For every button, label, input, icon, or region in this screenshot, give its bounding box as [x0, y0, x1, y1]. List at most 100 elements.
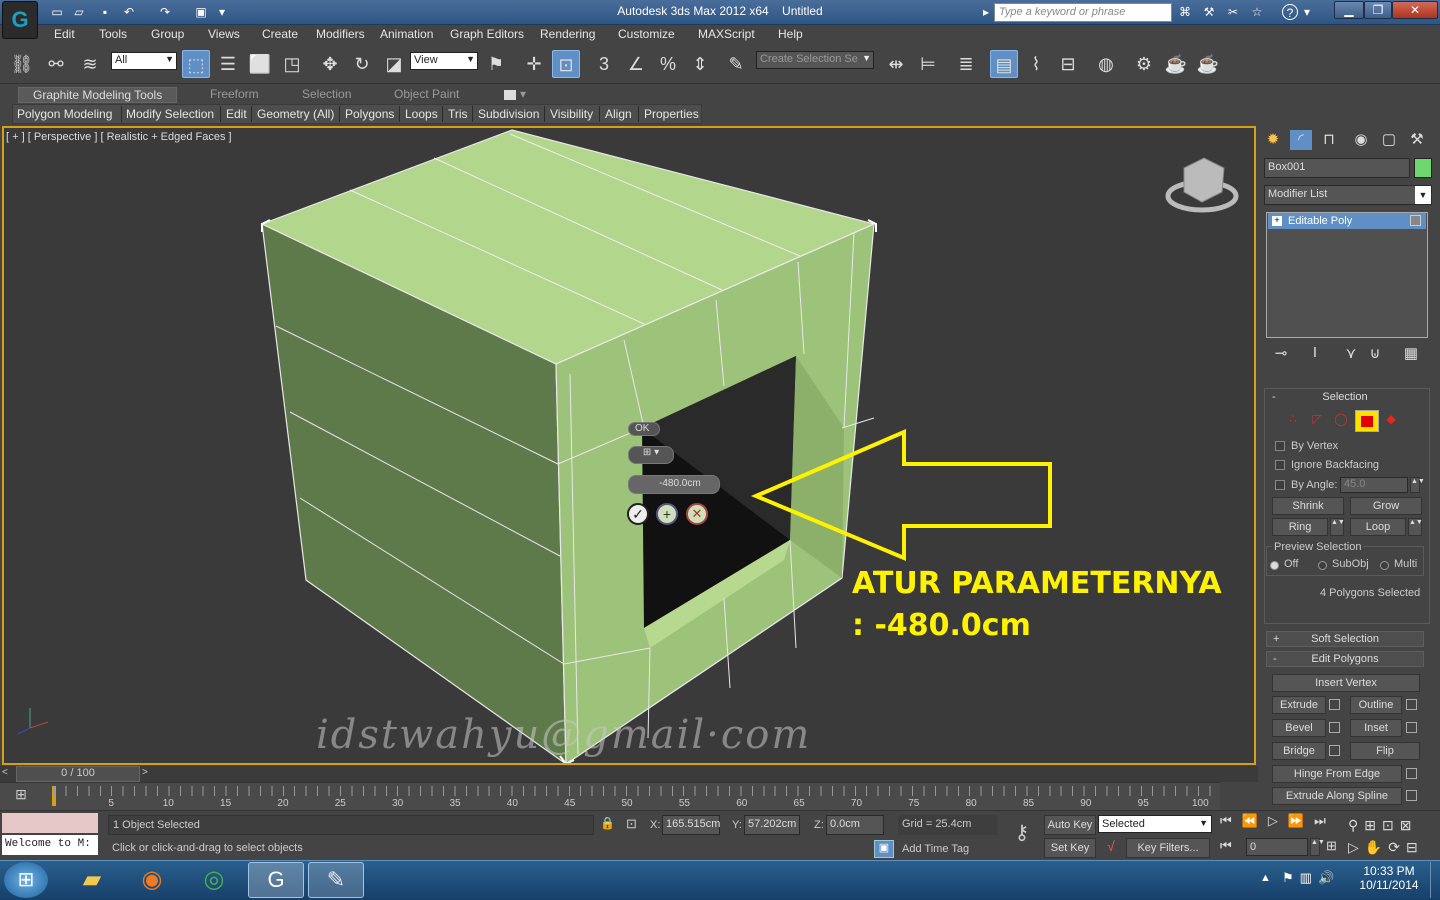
move-icon[interactable]: ✥ — [316, 50, 344, 78]
edge-mode-icon[interactable]: ◸ — [1306, 412, 1328, 432]
star-icon[interactable]: ☆ — [1248, 4, 1266, 20]
menu-tools[interactable]: Tools — [99, 27, 127, 41]
key-curve-icon[interactable]: √ — [1100, 838, 1122, 858]
extrude-along-spline-button[interactable]: Extrude Along Spline — [1272, 787, 1402, 805]
selection-filter-dropdown[interactable]: All ▼ — [111, 52, 177, 70]
named-selection-sets-dropdown[interactable]: Create Selection Se ▼ — [756, 51, 874, 69]
bevel-button[interactable]: Bevel — [1272, 719, 1326, 737]
previous-frame-icon[interactable]: ⏪ — [1242, 813, 1268, 828]
pivot-center-icon[interactable]: ⚑ — [482, 50, 510, 78]
modifier-list-dropdown[interactable]: Modifier List ▼ — [1264, 185, 1432, 205]
panel-modify-selection[interactable]: Modify Selection — [126, 107, 214, 121]
key-mode-dropdown[interactable]: Selected ▼ — [1098, 815, 1212, 833]
scale-icon[interactable]: ◪ — [380, 50, 408, 78]
panel-loops[interactable]: Loops — [405, 107, 438, 121]
tools-icon[interactable]: ✂ — [1224, 4, 1242, 20]
file-explorer-icon[interactable]: ▰ — [64, 862, 120, 898]
percent-snap-icon[interactable]: % — [654, 50, 682, 78]
panel-align[interactable]: Align — [605, 107, 632, 121]
tab-freeform[interactable]: Freeform — [210, 87, 259, 101]
caddy-height-field[interactable]: -480.0cm — [628, 475, 720, 494]
layer-manager-icon[interactable]: ≣ — [952, 50, 980, 78]
by-angle-checkbox[interactable] — [1275, 480, 1285, 490]
spinner-snap-icon[interactable]: ⇕ — [686, 50, 714, 78]
curve-editor-icon[interactable]: ⌇ — [1022, 50, 1050, 78]
tab-selection[interactable]: Selection — [302, 87, 351, 101]
time-slider-next-icon[interactable]: > — [142, 767, 154, 781]
reference-coordinate-dropdown[interactable]: View ▼ — [410, 52, 478, 70]
show-desktop-button[interactable] — [1430, 862, 1440, 898]
next-frame-icon[interactable]: ⏩ — [1288, 813, 1314, 828]
time-slider[interactable] — [0, 766, 1258, 782]
create-tab-icon[interactable]: ✹ — [1262, 130, 1284, 150]
rotate-icon[interactable]: ↻ — [348, 50, 376, 78]
absolute-mode-icon[interactable]: ⊡ — [626, 816, 642, 832]
hierarchy-tab-icon[interactable]: ⊓ — [1318, 130, 1340, 150]
volume-icon[interactable]: 🔊 — [1318, 870, 1340, 885]
zoom-extents-icon[interactable]: ⊡ — [1382, 817, 1400, 833]
field-of-view-icon[interactable]: ▷ — [1348, 839, 1365, 855]
soft-selection-rollout-header[interactable]: + Soft Selection — [1266, 631, 1424, 647]
extrude-settings-button[interactable] — [1329, 699, 1340, 710]
new-file-icon[interactable]: ▭ — [48, 4, 66, 20]
menu-group[interactable]: Group — [151, 27, 184, 41]
perspective-viewport[interactable] — [2, 126, 1256, 765]
vertex-mode-icon[interactable]: ∴ — [1282, 412, 1304, 432]
outline-settings-button[interactable] — [1406, 699, 1417, 710]
start-button[interactable]: ⊞ — [4, 862, 48, 898]
remove-modifier-icon[interactable]: ⊍ — [1364, 344, 1386, 364]
time-tag-icon[interactable]: ▣ — [874, 840, 894, 858]
network-icon[interactable]: ▥ — [1300, 870, 1318, 885]
panel-subdivision[interactable]: Subdivision — [478, 107, 539, 121]
add-time-tag-field[interactable]: Add Time Tag — [898, 840, 998, 858]
help-icon[interactable]: ? — [1282, 4, 1298, 20]
time-slider-prev-icon[interactable]: < — [2, 767, 14, 781]
menu-views[interactable]: Views — [208, 27, 240, 41]
play-icon[interactable]: ▷ — [1268, 813, 1288, 828]
go-to-end-icon[interactable]: ⏭ — [1314, 813, 1336, 828]
caddy-extrude-type[interactable]: ⊞ ▾ — [628, 446, 674, 464]
menu-create[interactable]: Create — [262, 27, 298, 41]
x-coordinate-field[interactable]: 165.515cm — [662, 815, 720, 835]
ribbon-options-icon[interactable]: ▾ — [520, 87, 526, 101]
ring-button[interactable]: Ring — [1272, 518, 1328, 536]
keyboard-shortcut-override-icon[interactable]: ⊡ — [552, 50, 580, 78]
panel-visibility[interactable]: Visibility — [550, 107, 593, 121]
shrink-button[interactable]: Shrink — [1272, 497, 1344, 515]
menu-animation[interactable]: Animation — [380, 27, 433, 41]
edit-named-selection-icon[interactable]: ✎ — [722, 50, 750, 78]
redo-icon[interactable]: ↷ — [156, 4, 174, 20]
modify-tab-icon[interactable]: ◜ — [1290, 130, 1312, 150]
frame-spinner-icon[interactable]: ▲▼ — [1310, 838, 1325, 856]
configure-modifier-sets-icon[interactable]: ▦ — [1400, 344, 1422, 364]
by-vertex-checkbox[interactable] — [1275, 441, 1285, 451]
zoom-all-icon[interactable]: ⊞ — [1364, 817, 1382, 833]
lock-selection-icon[interactable]: 🔒 — [600, 816, 615, 832]
app-menu-button[interactable]: G — [2, 1, 38, 39]
menu-modifiers[interactable]: Modifiers — [316, 27, 365, 41]
project-folder-icon[interactable]: ▣ — [192, 4, 210, 20]
binoculars-icon[interactable]: ⌘ — [1176, 4, 1194, 20]
zoom-icon[interactable]: ⚲ — [1348, 817, 1364, 833]
menu-maxscript[interactable]: MAXScript — [698, 27, 755, 41]
key-filters-button[interactable]: Key Filters... — [1126, 838, 1210, 858]
ribbon-minimize-icon[interactable] — [504, 90, 516, 100]
snap-toggle-icon[interactable]: 3 — [590, 50, 618, 78]
paint-taskbar-icon[interactable]: ✎ — [308, 862, 364, 898]
select-by-name-icon[interactable]: ☰ — [214, 50, 242, 78]
loop-spinner-icon[interactable]: ▲▼ — [1408, 518, 1423, 536]
mirror-icon[interactable]: ⇹ — [882, 50, 910, 78]
undo-icon[interactable]: ↶ — [120, 4, 138, 20]
open-file-icon[interactable]: ▱ — [70, 4, 88, 20]
hinge-settings-button[interactable] — [1406, 768, 1417, 779]
quick-access-dropdown-icon[interactable]: ▾ — [216, 4, 228, 20]
ring-spinner-icon[interactable]: ▲▼ — [1330, 518, 1345, 536]
render-setup-icon[interactable]: ⚙ — [1130, 50, 1158, 78]
menu-graph-editors[interactable]: Graph Editors — [450, 27, 524, 41]
close-button[interactable]: ✕ — [1392, 1, 1438, 19]
3dsmax-taskbar-icon[interactable]: G — [248, 862, 304, 898]
z-coordinate-field[interactable]: 0.0cm — [826, 815, 884, 835]
time-configuration-icon[interactable]: ⊞ — [1326, 838, 1344, 856]
menu-edit[interactable]: Edit — [54, 27, 75, 41]
zoom-extents-all-icon[interactable]: ⊠ — [1400, 817, 1418, 833]
